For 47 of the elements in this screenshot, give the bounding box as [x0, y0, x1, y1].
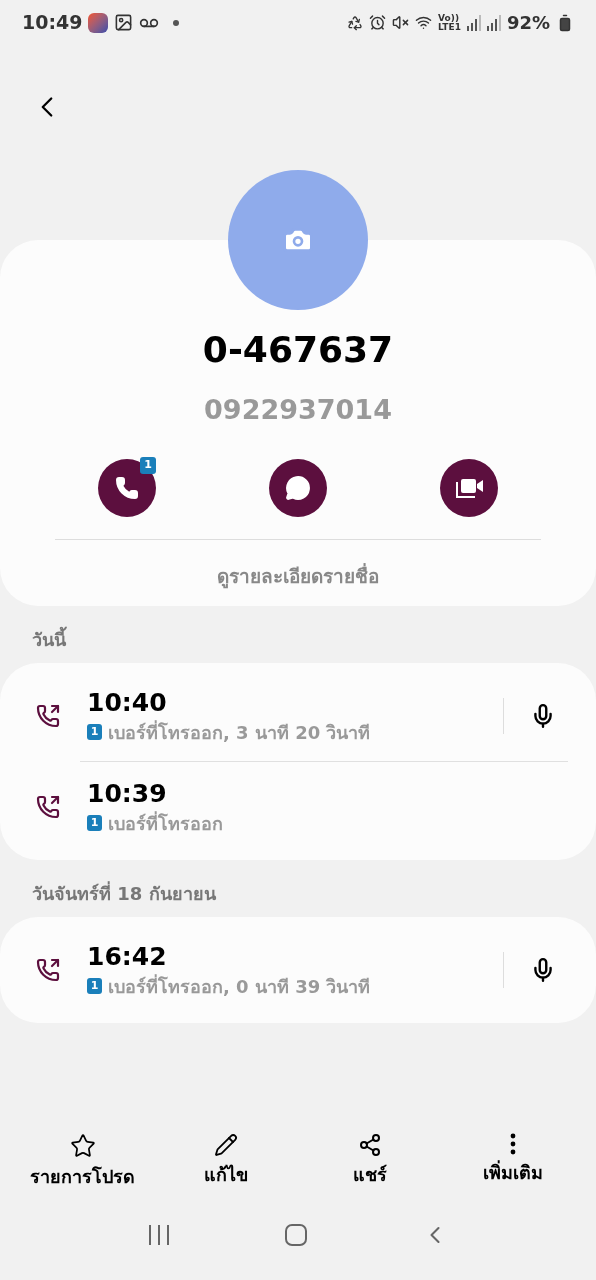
sim-badge: 1: [140, 456, 156, 474]
call-time: 10:39: [87, 777, 168, 810]
phone-number: 0922937014: [204, 393, 392, 427]
message-icon: [285, 474, 311, 501]
network-label: LTE1: [438, 22, 461, 32]
section-header: วันจันทร์ที่ 18 กันยายน: [31, 880, 217, 906]
phone-icon: [115, 475, 139, 500]
status-time: 10:49: [22, 10, 83, 36]
section-header: วันนี้: [0, 606, 596, 663]
call-detail: เบอร์ที่โทรออก, 0 นาที 39 วินาที: [108, 973, 371, 999]
call-entry[interactable]: 10:40 1 เบอร์ที่โทรออก, 3 นาที 20 วินาที: [0, 671, 596, 761]
message-button[interactable]: [269, 458, 327, 517]
home-button[interactable]: [285, 1224, 307, 1246]
volte-label: Vo)): [438, 13, 459, 23]
mute-icon: [392, 14, 410, 31]
video-button[interactable]: [440, 458, 498, 517]
more-action[interactable]: เพิ่มเติม: [450, 1133, 576, 1190]
call-detail: เบอร์ที่โทรออก: [108, 810, 223, 836]
sim-badge: 1: [87, 815, 102, 831]
contact-name: 0-467637: [202, 328, 394, 372]
outgoing-call-icon: [36, 795, 60, 819]
battery-percent: 92%: [506, 11, 550, 35]
edit-action[interactable]: แก้ไข: [163, 1133, 289, 1190]
signal-icon: [466, 14, 481, 31]
image-icon: [114, 13, 134, 32]
share-action[interactable]: แชร์: [307, 1133, 433, 1190]
call-time: 16:42: [87, 940, 168, 973]
signal-icon: [486, 14, 501, 31]
sim-badge: 1: [87, 978, 102, 994]
recent-apps-button[interactable]: [147, 1224, 171, 1246]
more-icon: [510, 1133, 517, 1155]
recycle-icon: [347, 14, 364, 31]
call-detail: เบอร์ที่โทรออก, 3 นาที 20 วินาที: [108, 719, 371, 745]
alarm-icon: [369, 14, 387, 31]
outgoing-call-icon: [36, 704, 60, 728]
call-time: 10:40: [87, 686, 168, 719]
wifi-icon: [415, 14, 433, 31]
share-icon: [357, 1133, 382, 1157]
sim-badge: 1: [87, 724, 102, 740]
app-icon: [88, 12, 109, 33]
pencil-icon: [214, 1133, 239, 1157]
favorite-action[interactable]: รายการโปรด: [20, 1133, 145, 1190]
call-entry[interactable]: 16:42 1 เบอร์ที่โทรออก, 0 นาที 39 วินาที: [0, 925, 596, 1015]
star-icon: [69, 1133, 96, 1159]
outgoing-call-icon: [36, 958, 60, 982]
call-button[interactable]: 1: [98, 458, 156, 517]
call-entry[interactable]: 10:39 1 เบอร์ที่โทรออก: [0, 762, 596, 852]
